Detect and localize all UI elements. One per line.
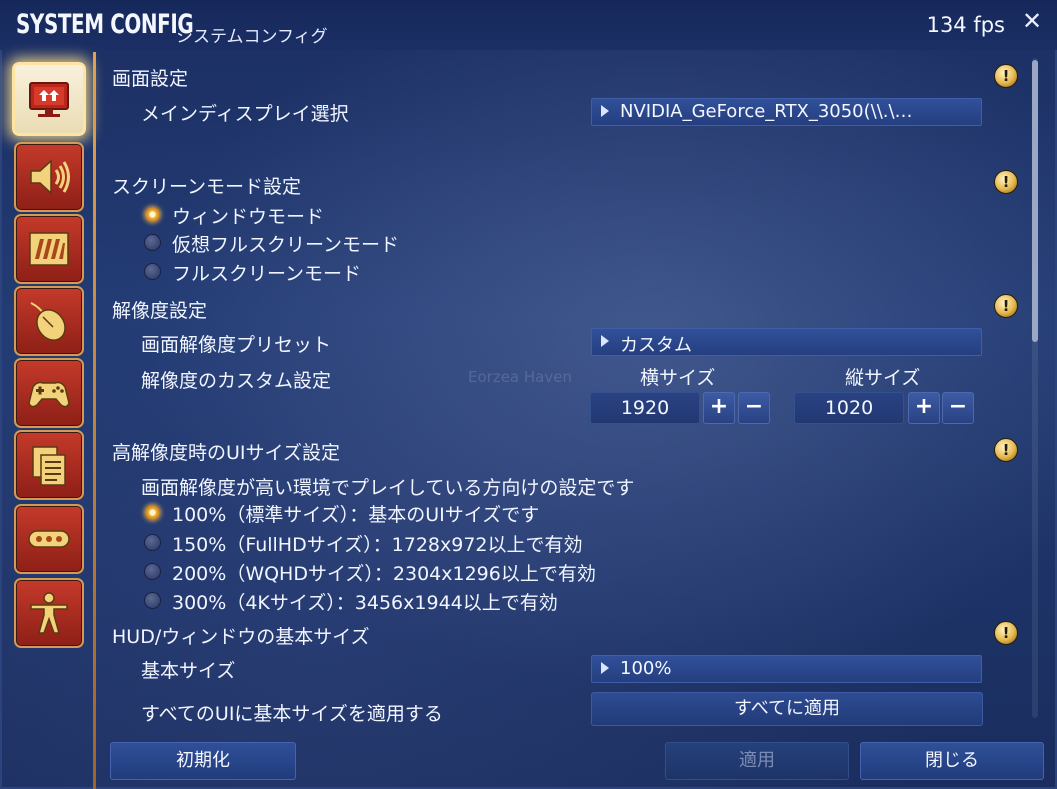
info-icon[interactable] [994, 438, 1018, 462]
fps-counter: 134 fps [926, 13, 1005, 37]
section-title-screen-mode: スクリーンモード設定 [112, 176, 302, 198]
main-display-label: メインディスプレイ選択 [141, 103, 349, 125]
info-icon[interactable] [994, 64, 1018, 88]
scrollbar-thumb[interactable] [1032, 60, 1038, 342]
height-input[interactable]: 1020 [794, 392, 904, 424]
sidebar-item-gamepad[interactable] [14, 358, 84, 428]
window-subtitle: システムコンフィグ [176, 27, 328, 47]
info-icon[interactable] [994, 170, 1018, 194]
section-title-ui-size: 高解像度時のUIサイズ設定 [112, 442, 340, 464]
resolution-preset-value: カスタム [620, 335, 692, 356]
option-fullscreen[interactable]: フルスクリーンモード [172, 259, 361, 286]
system-config-window: SYSTEM CONFIG システムコンフィグ 134 fps ✕ Eorzea… [0, 0, 1057, 789]
window-title: SYSTEM CONFIG [16, 9, 194, 40]
option-window-mode[interactable]: ウィンドウモード [172, 202, 324, 229]
radio-ui-200[interactable] [145, 564, 160, 579]
ui-size-description: 画面解像度が高い環境でプレイしている方向けの設定です [141, 477, 635, 499]
sidebar-item-more[interactable] [14, 504, 84, 574]
apply-all-label: すべてのUIに基本サイズを適用する [141, 703, 443, 725]
main-display-dropdown[interactable]: NVIDIA_GeForce_RTX_3050(\\.\… [591, 98, 982, 126]
sidebar-divider [93, 52, 96, 789]
dropdown-arrow-icon [601, 662, 609, 674]
info-icon[interactable] [994, 621, 1018, 645]
close-button[interactable]: 閉じる [860, 742, 1044, 780]
sidebar-item-document[interactable] [14, 430, 84, 500]
title-bar[interactable]: SYSTEM CONFIG システムコンフィグ 134 fps ✕ [0, 0, 1057, 50]
dropdown-arrow-icon [601, 105, 609, 117]
width-input[interactable]: 1920 [590, 392, 700, 424]
base-size-label: 基本サイズ [141, 660, 236, 682]
info-icon[interactable] [994, 294, 1018, 318]
watermark-text: Eorzea Haven [468, 368, 572, 386]
sidebar-item-accessibility[interactable] [14, 578, 84, 648]
resolution-preset-label: 画面解像度プリセット [141, 334, 332, 356]
radio-window-mode[interactable] [145, 207, 160, 222]
gamepad-icon [28, 381, 70, 408]
sidebar-item-mouse[interactable] [14, 286, 84, 356]
main-display-value: NVIDIA_GeForce_RTX_3050(\\.\… [620, 101, 913, 122]
sidebar-item-display[interactable] [12, 62, 86, 136]
monitor-icon [29, 82, 69, 117]
radio-virtual-fullscreen[interactable] [145, 235, 160, 250]
option-ui-100[interactable]: 100%（標準サイズ）：基本のUIサイズです [172, 500, 539, 527]
base-size-value: 100% [620, 658, 672, 679]
width-minus-button[interactable]: − [738, 392, 770, 424]
resolution-preset-dropdown[interactable]: カスタム [591, 328, 982, 356]
height-minus-button[interactable]: − [942, 392, 974, 424]
sidebar-item-graphics[interactable] [14, 214, 84, 284]
reset-button[interactable]: 初期化 [110, 742, 296, 780]
radio-ui-300[interactable] [145, 593, 160, 608]
custom-resolution-label: 解像度のカスタム設定 [141, 370, 332, 392]
person-icon [30, 592, 68, 634]
option-ui-150[interactable]: 150%（FullHDサイズ）：1728x972以上で有効 [172, 530, 583, 557]
radio-fullscreen[interactable] [145, 264, 160, 279]
dropdown-arrow-icon [601, 335, 609, 347]
radio-ui-150[interactable] [145, 535, 160, 550]
section-title-resolution: 解像度設定 [112, 300, 208, 322]
width-label: 横サイズ [640, 367, 716, 389]
graphics-icon [29, 232, 69, 266]
radio-ui-100[interactable] [145, 505, 160, 520]
ellipsis-icon [28, 530, 70, 548]
sidebar-item-sound[interactable] [14, 142, 84, 212]
base-size-dropdown[interactable]: 100% [591, 655, 982, 683]
width-plus-button[interactable]: + [703, 392, 735, 424]
apply-all-button[interactable]: すべてに適用 [591, 692, 983, 726]
option-ui-300[interactable]: 300%（4Kサイズ）：3456x1944以上で有効 [172, 588, 558, 615]
option-ui-200[interactable]: 200%（WQHDサイズ）：2304x1296以上で有効 [172, 559, 596, 586]
option-virtual-fullscreen[interactable]: 仮想フルスクリーンモード [172, 230, 399, 257]
apply-button[interactable]: 適用 [665, 742, 849, 780]
section-title-screen: 画面設定 [112, 68, 189, 90]
section-title-hud: HUD/ウィンドウの基本サイズ [112, 626, 370, 648]
speaker-icon [30, 159, 70, 195]
document-icon [32, 446, 66, 486]
height-label: 縦サイズ [845, 367, 921, 389]
height-plus-button[interactable]: + [908, 392, 940, 424]
close-icon[interactable]: ✕ [1019, 8, 1045, 34]
mouse-icon [30, 302, 66, 341]
